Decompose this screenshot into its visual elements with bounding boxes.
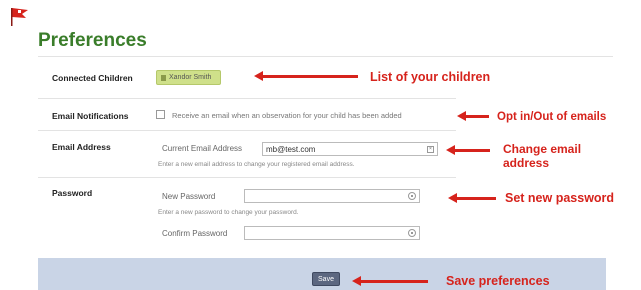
annotation-arrow [457,111,489,121]
show-password-icon[interactable] [408,229,416,237]
save-button[interactable]: Save [312,272,340,286]
current-email-label: Current Email Address [162,144,243,153]
annotation-arrow [448,193,496,203]
page-title: Preferences [38,30,147,51]
email-notifications-label: Email Notifications [52,111,129,121]
annotation-change-email: Change email address [503,142,582,170]
connected-children-label: Connected Children [52,73,133,83]
divider [38,98,456,99]
email-field[interactable]: mb@test.com × [262,142,438,156]
annotation-arrow [352,276,428,286]
divider [38,56,613,57]
new-password-field[interactable] [244,189,420,203]
annotation-arrow [254,71,358,81]
annotation-email-opt: Opt in/Out of emails [497,111,607,123]
annotation-set-password: Set new password [505,191,615,205]
annotation-save: Save preferences [446,274,550,288]
annotation-children: List of your children [370,70,491,84]
child-name: Xandor Smith [169,74,212,81]
clear-icon[interactable]: × [427,146,434,153]
confirm-password-field[interactable] [244,226,420,240]
password-label: Password [52,188,93,198]
child-chip[interactable]: Xandor Smith [156,70,221,85]
child-icon [161,74,166,81]
divider [38,177,456,178]
password-help-text: Enter a new password to change your pass… [158,209,299,216]
email-notifications-text: Receive an email when an observation for… [172,111,402,120]
red-flag-icon [11,8,28,26]
show-password-icon[interactable] [408,192,416,200]
new-password-label: New Password [162,192,216,201]
annotation-arrow [446,145,490,155]
email-notifications-checkbox[interactable] [156,110,165,119]
email-help-text: Enter a new email address to change your… [158,161,355,168]
divider [38,130,456,131]
confirm-password-label: Confirm Password [162,229,228,238]
email-address-label: Email Address [52,142,111,152]
email-value: mb@test.com [266,144,316,154]
